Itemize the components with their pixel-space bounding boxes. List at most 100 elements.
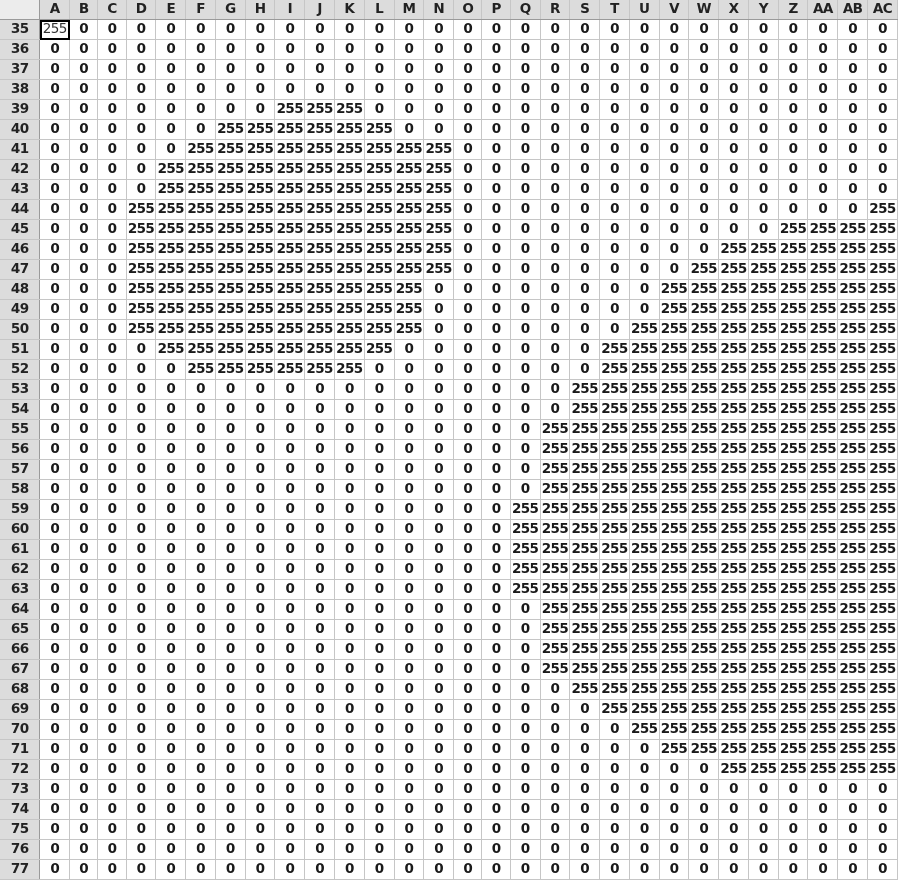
column-header[interactable]: J [304,0,335,20]
grid-cell[interactable]: 0 [39,639,70,660]
grid-cell[interactable]: 255 [688,439,720,460]
grid-cell[interactable]: 0 [481,699,511,720]
grid-cell[interactable]: 0 [599,159,630,180]
grid-cell[interactable]: 0 [155,459,187,480]
grid-cell[interactable]: 0 [481,539,511,560]
column-header[interactable]: L [364,0,395,20]
grid-cell[interactable]: 0 [629,119,660,140]
grid-cell[interactable]: 0 [629,759,660,780]
grid-cell[interactable]: 0 [155,839,187,860]
grid-cell[interactable]: 255 [304,259,335,280]
grid-cell[interactable]: 255 [748,699,779,720]
grid-cell[interactable]: 255 [274,299,306,320]
grid-cell[interactable]: 255 [126,259,157,280]
grid-cell[interactable]: 0 [274,399,306,420]
row-header[interactable]: 50 [0,319,41,340]
grid-cell[interactable]: 0 [510,739,541,760]
grid-cell[interactable]: 0 [245,419,276,440]
column-header[interactable]: G [215,0,246,20]
row-header[interactable]: 69 [0,699,41,720]
grid-cell[interactable]: 0 [274,779,306,800]
grid-cell[interactable]: 0 [364,379,395,400]
grid-cell[interactable]: 0 [274,19,306,40]
grid-cell[interactable]: 255 [215,259,246,280]
grid-cell[interactable]: 0 [215,19,246,40]
grid-cell[interactable]: 0 [39,439,70,460]
grid-cell[interactable]: 0 [69,339,99,360]
grid-cell[interactable]: 0 [185,739,216,760]
grid-cell[interactable]: 0 [69,319,99,340]
grid-cell[interactable]: 255 [659,319,690,340]
grid-cell[interactable]: 0 [481,559,511,580]
grid-cell[interactable]: 255 [629,719,660,740]
grid-cell[interactable]: 255 [807,239,839,260]
grid-cell[interactable]: 255 [718,239,749,260]
grid-cell[interactable]: 0 [245,859,276,880]
grid-cell[interactable]: 0 [185,459,216,480]
grid-cell[interactable]: 0 [69,159,99,180]
grid-cell[interactable]: 0 [97,579,127,600]
grid-cell[interactable]: 0 [778,59,809,80]
grid-cell[interactable]: 255 [778,679,809,700]
grid-cell[interactable]: 255 [867,319,898,340]
grid-cell[interactable]: 0 [215,59,246,80]
grid-cell[interactable]: 0 [481,99,511,120]
grid-cell[interactable]: 0 [274,519,306,540]
grid-cell[interactable]: 0 [748,179,779,200]
column-header[interactable]: D [126,0,157,20]
grid-cell[interactable]: 0 [155,79,187,100]
grid-cell[interactable]: 0 [39,159,70,180]
grid-cell[interactable]: 0 [394,339,425,360]
grid-cell[interactable]: 0 [453,439,483,460]
grid-cell[interactable]: 255 [837,359,868,380]
grid-cell[interactable]: 0 [453,799,483,820]
grid-cell[interactable]: 0 [155,679,187,700]
grid-cell[interactable]: 255 [629,659,660,680]
grid-cell[interactable]: 255 [867,239,898,260]
row-header[interactable]: 48 [0,279,41,300]
grid-cell[interactable]: 255 [688,419,720,440]
grid-cell[interactable]: 0 [274,679,306,700]
grid-cell[interactable]: 0 [185,859,216,880]
grid-cell[interactable]: 0 [599,759,630,780]
grid-cell[interactable]: 0 [394,539,425,560]
grid-cell[interactable]: 0 [540,99,571,120]
grid-cell[interactable]: 0 [126,639,157,660]
grid-cell[interactable]: 0 [97,79,127,100]
grid-cell[interactable]: 0 [334,439,365,460]
grid-cell[interactable]: 255 [778,659,809,680]
grid-cell[interactable]: 0 [155,599,187,620]
grid-cell[interactable]: 0 [155,719,187,740]
grid-cell[interactable]: 0 [155,59,187,80]
grid-cell[interactable]: 0 [629,779,660,800]
grid-cell[interactable]: 0 [274,839,306,860]
grid-cell[interactable]: 255 [245,279,276,300]
grid-cell[interactable]: 255 [423,239,455,260]
grid-cell[interactable]: 0 [126,659,157,680]
grid-cell[interactable]: 255 [599,579,630,600]
grid-cell[interactable]: 0 [778,39,809,60]
grid-cell[interactable]: 255 [215,119,246,140]
grid-cell[interactable]: 255 [334,239,365,260]
grid-cell[interactable]: 0 [867,99,898,120]
grid-cell[interactable]: 255 [837,759,868,780]
grid-cell[interactable]: 255 [837,439,868,460]
row-header[interactable]: 39 [0,99,41,120]
grid-cell[interactable]: 255 [718,339,749,360]
grid-cell[interactable]: 255 [867,279,898,300]
grid-cell[interactable]: 0 [69,379,99,400]
grid-cell[interactable]: 0 [510,719,541,740]
grid-cell[interactable]: 0 [97,299,127,320]
grid-cell[interactable]: 0 [304,759,335,780]
grid-cell[interactable]: 0 [453,199,483,220]
grid-cell[interactable]: 0 [97,139,127,160]
grid-cell[interactable]: 0 [540,779,571,800]
grid-cell[interactable]: 0 [245,739,276,760]
grid-cell[interactable]: 0 [39,479,70,500]
grid-cell[interactable]: 0 [867,779,898,800]
grid-cell[interactable]: 0 [688,139,720,160]
grid-cell[interactable]: 255 [807,539,839,560]
grid-cell[interactable]: 0 [126,19,157,40]
grid-cell[interactable]: 0 [481,819,511,840]
grid-cell[interactable]: 0 [274,379,306,400]
